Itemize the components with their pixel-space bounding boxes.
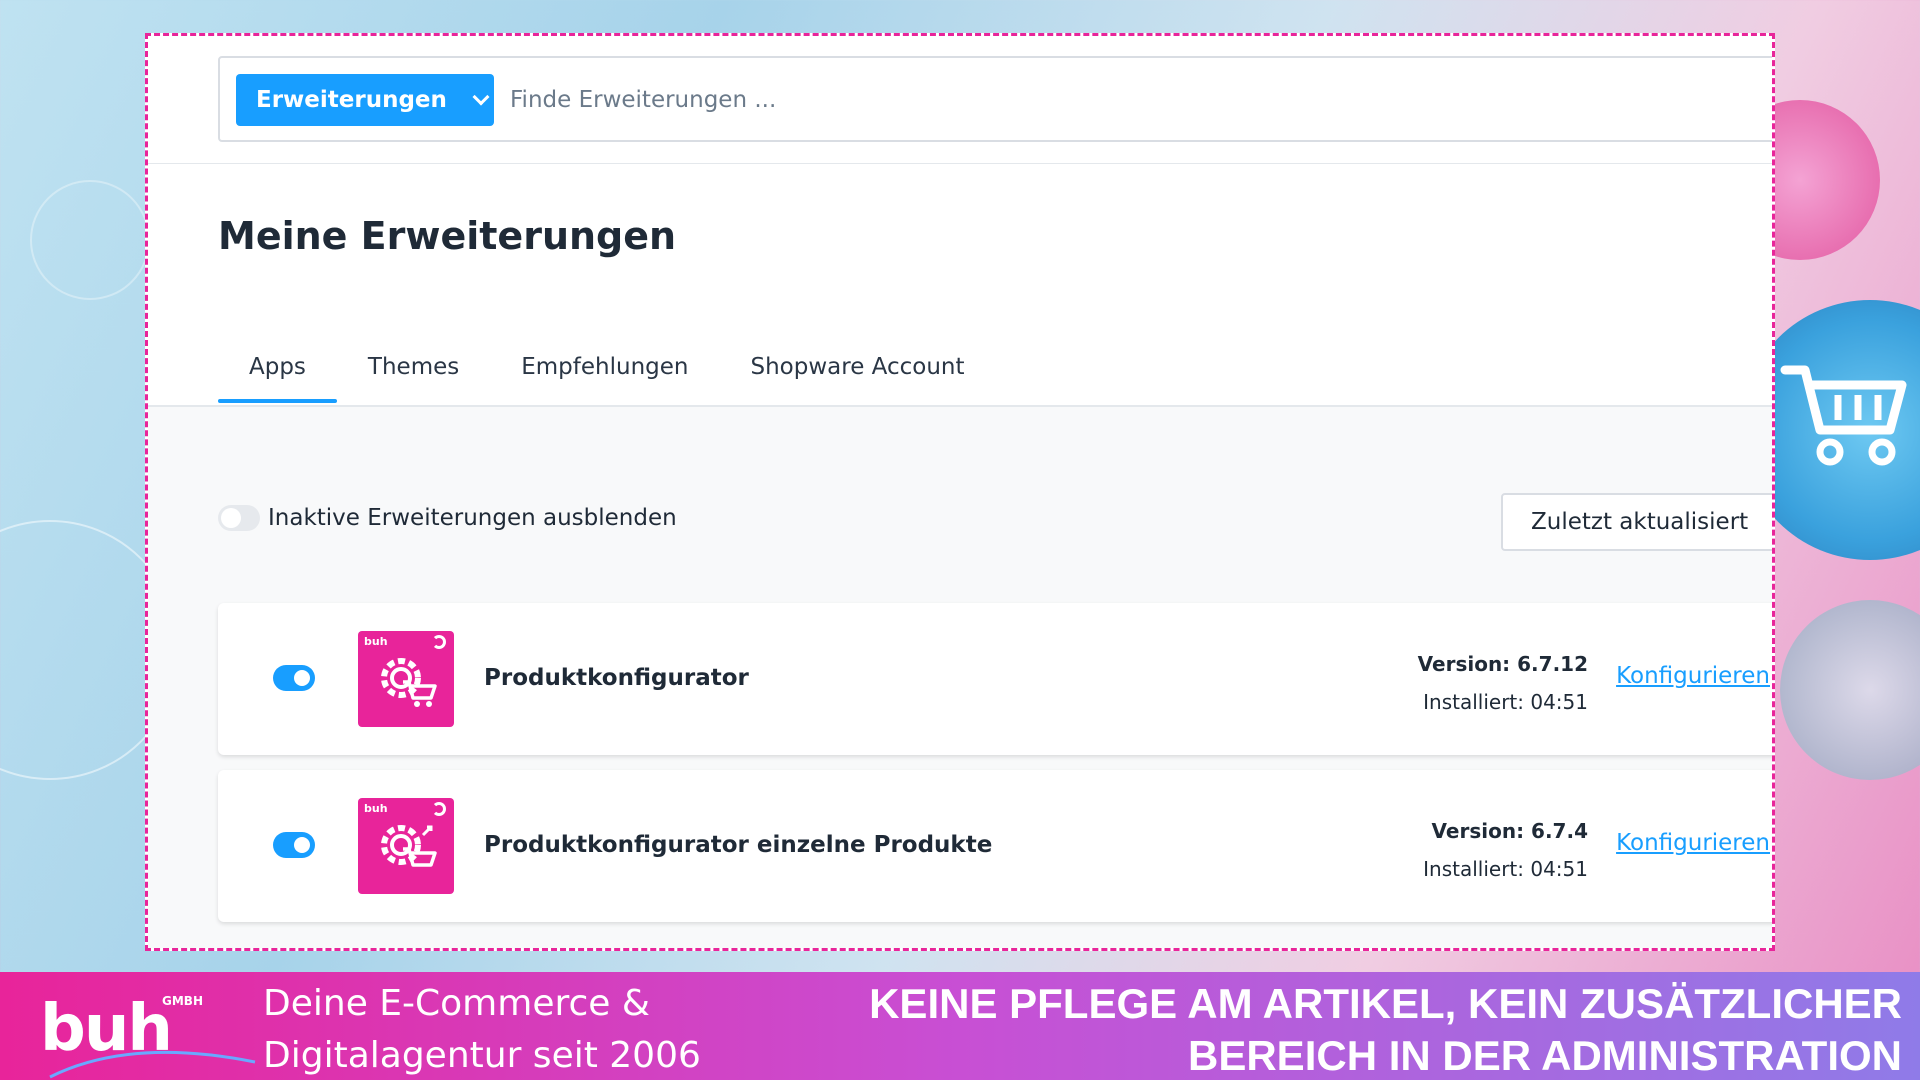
search-input[interactable] (510, 76, 1410, 124)
tagline-line: Deine E-Commerce & (263, 983, 650, 1024)
extension-active-toggle[interactable] (273, 832, 315, 858)
logo-brand-text: buh (364, 802, 388, 815)
extension-version: Version: 6.7.4 (1431, 819, 1588, 843)
brand-logo-suffix: GMBH (162, 994, 203, 1008)
tab-recommendations[interactable]: Empfehlungen (490, 354, 719, 400)
promo-footer-banner: buh GMBH Deine E-Commerce & Digitalagent… (0, 972, 1920, 1080)
shopware-mark-icon (432, 802, 446, 816)
tab-shopware-account[interactable]: Shopware Account (719, 354, 995, 400)
extension-active-toggle[interactable] (273, 665, 315, 691)
hide-inactive-toggle[interactable] (218, 505, 260, 531)
bg-decor-circle (1780, 600, 1920, 780)
brand-swoosh-icon (49, 1050, 256, 1079)
chevron-down-icon (472, 88, 490, 106)
header-divider (148, 163, 1772, 164)
extensions-dropdown-label: Erweiterungen (256, 87, 447, 113)
extension-installed: Installiert: 04:51 (1423, 690, 1588, 714)
app-logo-icon: buh (358, 631, 454, 727)
bg-decor-ring (30, 180, 150, 300)
tab-bar: Apps Themes Empfehlungen Shopware Accoun… (218, 354, 996, 403)
extension-meta: Version: 6.7.4 Installiert: 04:51 (1423, 812, 1588, 888)
gear-cart-icon (381, 825, 437, 867)
extension-version: Version: 6.7.12 (1417, 652, 1588, 676)
extensions-dropdown-button[interactable]: Erweiterungen (236, 74, 494, 126)
logo-brand-text: buh (364, 635, 388, 648)
extension-name: Produktkonfigurator einzelne Produkte (484, 832, 993, 858)
configure-link[interactable]: Konfigurieren (1616, 663, 1770, 689)
extension-installed: Installiert: 04:51 (1423, 857, 1588, 881)
extension-card: buh Produktkonfigurator Version: 6.7.12 … (218, 603, 1772, 755)
configure-link[interactable]: Konfigurieren (1616, 830, 1770, 856)
tab-themes[interactable]: Themes (337, 354, 490, 400)
tagline-line: Digitalagentur seit 2006 (263, 1035, 701, 1076)
page-title: Meine Erweiterungen (218, 214, 677, 258)
gear-cart-icon (381, 658, 437, 707)
sort-select[interactable]: Zuletzt aktualisiert (1501, 493, 1772, 551)
brand-logo: buh GMBH (20, 984, 256, 1079)
app-logo-icon: buh (358, 798, 454, 894)
tab-apps[interactable]: Apps (218, 354, 337, 403)
headline-line: KEINE PFLEGE AM ARTIKEL, KEIN ZUSÄTZLICH… (869, 980, 1902, 1027)
shopping-cart-icon (1780, 365, 1907, 466)
headline-line: BEREICH IN DER ADMINISTRATION (1188, 1032, 1902, 1079)
extension-meta: Version: 6.7.12 Installiert: 04:51 (1418, 645, 1588, 721)
shopware-mark-icon (432, 635, 446, 649)
hide-inactive-label: Inaktive Erweiterungen ausblenden (268, 505, 677, 531)
admin-screenshot-frame: Erweiterungen Meine Erweiterungen Apps T… (145, 33, 1775, 951)
extension-name: Produktkonfigurator (484, 665, 749, 691)
global-search-bar: Erweiterungen (218, 56, 1772, 142)
agency-tagline: Deine E-Commerce & Digitalagentur seit 2… (263, 978, 701, 1080)
extensions-content: Inaktive Erweiterungen ausblenden Zuletz… (148, 407, 1772, 948)
extension-card: buh Produktkonfigurator einzelne Produkt… (218, 770, 1772, 922)
hide-inactive-filter: Inaktive Erweiterungen ausblenden (218, 505, 677, 531)
promo-headline: KEINE PFLEGE AM ARTIKEL, KEIN ZUSÄTZLICH… (869, 978, 1902, 1080)
